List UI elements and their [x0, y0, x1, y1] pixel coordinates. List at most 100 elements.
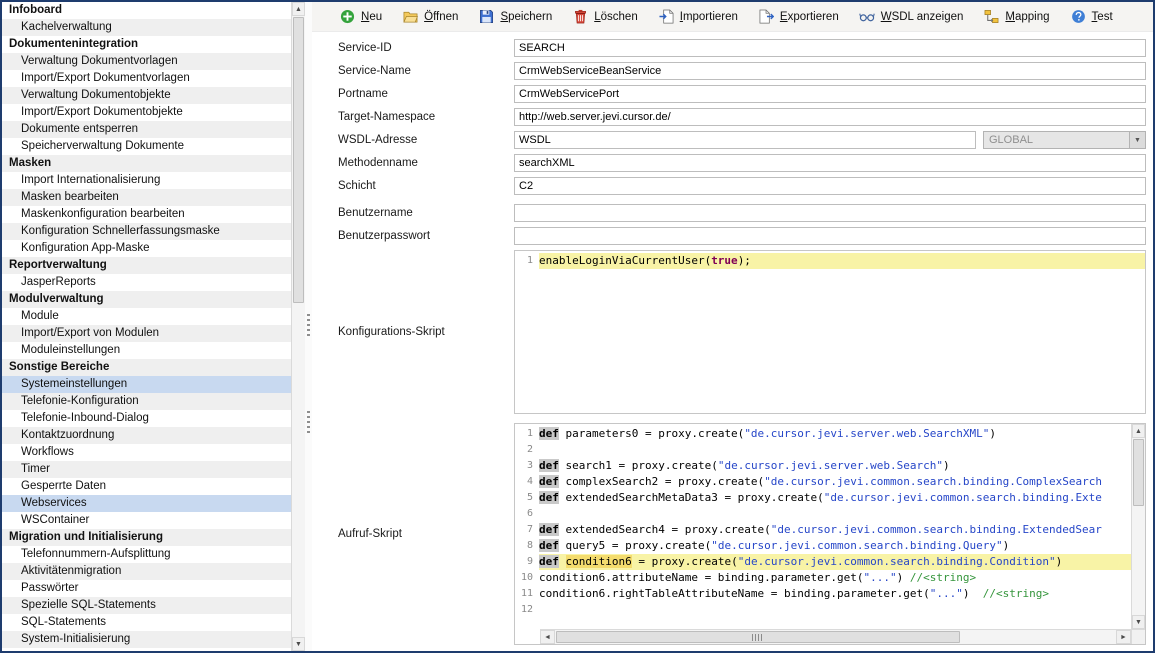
- toolbar-button-save[interactable]: Speichern: [471, 6, 559, 28]
- scroll-left-icon[interactable]: ◄: [540, 630, 555, 644]
- benutzerpasswort-label: Benutzerpasswort: [338, 230, 514, 242]
- sidebar-item[interactable]: Import Internationalisierung: [2, 172, 291, 189]
- sidebar-item[interactable]: Kontaktzuordnung: [2, 427, 291, 444]
- benutzername-input[interactable]: [514, 204, 1146, 222]
- sidebar-item[interactable]: Gesperrte Daten: [2, 478, 291, 495]
- wsdl-scope-select[interactable]: GLOBAL▼: [983, 131, 1146, 149]
- sidebar-item[interactable]: Migration und Initialisierung: [2, 529, 291, 546]
- sidebar-scrollbar-thumb[interactable]: [293, 17, 304, 303]
- splitter-grip-icon: [307, 411, 310, 433]
- call-script-editor[interactable]: 1def parameters0 = proxy.create("de.curs…: [514, 423, 1146, 645]
- sidebar-item-label: Module: [21, 310, 59, 322]
- wsdl-adresse-label: WSDL-Adresse: [338, 134, 514, 146]
- sidebar-item[interactable]: Telefonie-Konfiguration: [2, 393, 291, 410]
- sidebar-item[interactable]: Telefonie-Inbound-Dialog: [2, 410, 291, 427]
- line-number: 1: [515, 253, 539, 269]
- portname-input[interactable]: [514, 85, 1146, 103]
- call-editor-vscrollbar[interactable]: ▲ ▼: [1131, 424, 1145, 629]
- sidebar-splitter[interactable]: [305, 2, 312, 651]
- call-editor-hscrollbar[interactable]: ◄ ►: [540, 629, 1131, 644]
- code-line-text: [539, 506, 1131, 522]
- sidebar-item[interactable]: Masken bearbeiten: [2, 189, 291, 206]
- sidebar-list: Infoboard Kachelverwaltung Dokumenteninteg…: [2, 2, 291, 651]
- sidebar-item[interactable]: Spezielle SQL-Statements: [2, 597, 291, 614]
- sidebar-item-label: Kachelverwaltung: [21, 21, 112, 33]
- line-number: 11: [515, 586, 539, 602]
- scroll-down-icon[interactable]: ▼: [1132, 615, 1145, 629]
- sidebar-item[interactable]: Maskenkonfiguration bearbeiten: [2, 206, 291, 223]
- sidebar-item[interactable]: Import/Export Dokumentobjekte: [2, 104, 291, 121]
- test-icon: [1070, 9, 1087, 25]
- sidebar-item[interactable]: Infoboard: [2, 2, 291, 19]
- sidebar-item[interactable]: Aktivitätenmigration: [2, 563, 291, 580]
- sidebar-item[interactable]: Passwörter: [2, 580, 291, 597]
- target-namespace-input[interactable]: [514, 108, 1146, 126]
- service-id-input[interactable]: [514, 39, 1146, 57]
- toolbar-button-label: Exportieren: [780, 11, 839, 23]
- call-editor-vscrollbar-thumb[interactable]: [1133, 439, 1144, 506]
- scroll-right-icon[interactable]: ►: [1116, 630, 1131, 644]
- call-editor-vscrollbar-track[interactable]: [1132, 438, 1145, 615]
- toolbar-button-export[interactable]: Exportieren: [751, 6, 846, 28]
- service-name-input[interactable]: [514, 62, 1146, 80]
- sidebar-item[interactable]: Timer: [2, 461, 291, 478]
- code-segment: extendedSearchMetaData3 = proxy.create(: [559, 491, 824, 504]
- sidebar-item[interactable]: Moduleinstellungen: [2, 342, 291, 359]
- sidebar-item-label: Maskenkonfiguration bearbeiten: [21, 208, 185, 220]
- sidebar-item[interactable]: Masken: [2, 155, 291, 172]
- code-line-text: def complexSearch2 = proxy.create("de.cu…: [539, 474, 1131, 490]
- config-script-editor[interactable]: 1enableLoginViaCurrentUser(true);: [514, 250, 1146, 414]
- sidebar-item[interactable]: System-Initialisierung: [2, 631, 291, 648]
- code-line: 7def extendedSearch4 = proxy.create("de.…: [515, 522, 1131, 538]
- call-editor-hscrollbar-thumb[interactable]: [556, 631, 960, 643]
- sidebar-item[interactable]: Speicherverwaltung Dokumente: [2, 138, 291, 155]
- sidebar-item[interactable]: Konfiguration App-Maske: [2, 240, 291, 257]
- sidebar-item-label: Telefonie-Inbound-Dialog: [21, 412, 149, 424]
- code-segment: ): [989, 427, 996, 440]
- benutzerpasswort-input[interactable]: [514, 227, 1146, 245]
- code-line-text: def query5 = proxy.create("de.cursor.jev…: [539, 538, 1131, 554]
- sidebar-item[interactable]: Verwaltung Dokumentobjekte: [2, 87, 291, 104]
- scroll-up-icon[interactable]: ▲: [292, 2, 305, 16]
- sidebar-scrollbar[interactable]: ▲ ▼: [291, 2, 305, 651]
- sidebar-item[interactable]: WSContainer: [2, 512, 291, 529]
- sidebar-item[interactable]: Kachelverwaltung: [2, 19, 291, 36]
- sidebar-item[interactable]: Verwaltung Dokumentvorlagen: [2, 53, 291, 70]
- sidebar-item[interactable]: Systemeinstellungen: [2, 376, 291, 393]
- sidebar-item[interactable]: Dokumente entsperren: [2, 121, 291, 138]
- config-script-row: Konfigurations-Skript 1enableLoginViaCur…: [338, 250, 1146, 414]
- sidebar-item[interactable]: Webservices: [2, 495, 291, 512]
- sidebar-item[interactable]: Module: [2, 308, 291, 325]
- sidebar-item[interactable]: Konfiguration Schnellerfassungsmaske: [2, 223, 291, 240]
- toolbar-button-test[interactable]: Test: [1063, 6, 1120, 28]
- toolbar-button-new[interactable]: Neu: [332, 6, 389, 28]
- methodenname-input[interactable]: [514, 154, 1146, 172]
- sidebar-item[interactable]: Import/Export von Modulen: [2, 325, 291, 342]
- field-row-methodenname: Methodenname: [338, 154, 1146, 172]
- toolbar-button-delete[interactable]: Löschen: [565, 6, 645, 28]
- sidebar-item[interactable]: SQL-Statements: [2, 614, 291, 631]
- line-number: 8: [515, 538, 539, 554]
- sidebar-item[interactable]: Dokumentenintegration: [2, 36, 291, 53]
- code-segment: [559, 555, 566, 568]
- call-editor-hscrollbar-track[interactable]: [555, 630, 1116, 644]
- sidebar-item-label: Kontaktzuordnung: [21, 429, 114, 441]
- sidebar-item-label: Import/Export Dokumentobjekte: [21, 106, 183, 118]
- code-line: 8def query5 = proxy.create("de.cursor.je…: [515, 538, 1131, 554]
- sidebar-item[interactable]: JasperReports: [2, 274, 291, 291]
- scroll-up-icon[interactable]: ▲: [1132, 424, 1145, 438]
- toolbar-button-open[interactable]: Öffnen: [395, 6, 465, 28]
- sidebar-item[interactable]: Workflows: [2, 444, 291, 461]
- wsdl-adresse-input[interactable]: [514, 131, 976, 149]
- sidebar-item[interactable]: Telefonnummern-Aufsplittung: [2, 546, 291, 563]
- toolbar-button-show-wsdl[interactable]: WSDL anzeigen: [852, 6, 971, 28]
- sidebar-item[interactable]: Import/Export Dokumentvorlagen: [2, 70, 291, 87]
- schicht-input[interactable]: [514, 177, 1146, 195]
- sidebar-item[interactable]: Modulverwaltung: [2, 291, 291, 308]
- toolbar-button-mapping[interactable]: Mapping: [976, 6, 1056, 28]
- scroll-down-icon[interactable]: ▼: [292, 637, 305, 651]
- sidebar-item[interactable]: Sonstige Bereiche: [2, 359, 291, 376]
- sidebar-item[interactable]: Reportverwaltung: [2, 257, 291, 274]
- sidebar-scrollbar-track[interactable]: [292, 16, 305, 637]
- toolbar-button-import[interactable]: Importieren: [651, 6, 745, 28]
